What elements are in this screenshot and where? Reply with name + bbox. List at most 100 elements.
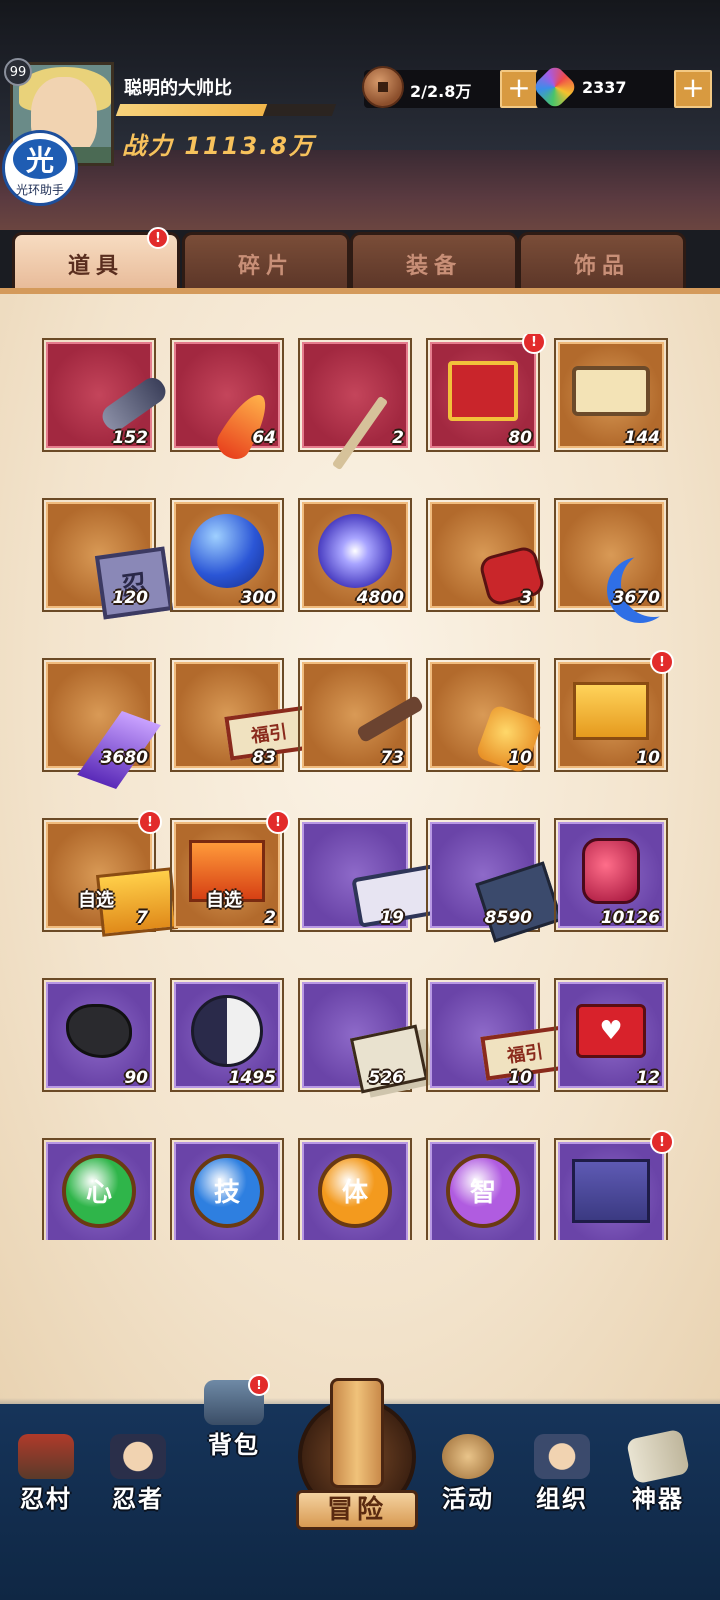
item-alert-badge: ! [138,810,162,834]
copper-coin-icon [362,66,404,108]
cloth-charm-icon: 忍 [94,546,174,620]
item-count: 10 [508,748,532,768]
bag-item-slot[interactable]: 144 [554,338,668,452]
nav-village[interactable]: 忍村 [6,1434,86,1514]
add-coins-button[interactable]: + [500,70,538,108]
yin-yang-icon [191,994,263,1067]
item-count: 10 [636,748,660,768]
item-count: 152 [112,428,149,448]
nav-artifact[interactable]: 神器 [618,1428,698,1514]
nav-ninja[interactable]: 忍者 [98,1434,178,1514]
player-name: 聪明的大帅比 [124,78,232,99]
bag-item-slot[interactable]: 19 [298,818,443,932]
item-count: 3670 [612,588,660,608]
bag-item-slot[interactable]: 福引 83 [170,658,314,772]
item-count: 2 [392,428,404,448]
bag-item-slot[interactable]: 技 [170,1138,284,1240]
item-count: 80 [508,428,532,448]
bag-item-slot[interactable]: 体 [298,1138,412,1240]
nav-backpack-label: 背包 [208,1431,260,1459]
item-count: 3 [520,588,532,608]
exp-bar-fill [115,104,268,116]
bag-content: 152 64 2 80! 144 忍 120 300 4800 3 3670 3680 福引 83 73 10… [0,294,720,1404]
bag-item-slot[interactable]: 10! [554,650,674,772]
tab-items[interactable]: 道具 ! [12,227,180,292]
rainbow-gem-icon [531,63,579,111]
bag-item-slot[interactable]: 12 [554,978,668,1092]
item-count: 1495 [228,1068,276,1088]
bag-item-slot[interactable]: 2 [298,338,412,470]
bag-item-slot[interactable]: 8590 [426,818,563,943]
tab-fragments[interactable]: 碎片 [182,232,350,292]
map-scroll-icon [572,365,650,416]
bag-item-slot[interactable]: 1495 [170,978,284,1092]
item-count: 2 [264,908,276,928]
item-alert-badge: ! [522,334,546,354]
bag-item-slot[interactable]: 80! [426,334,546,452]
nav-organization-label: 组织 [536,1485,588,1513]
coin-value: 2/2.8万 [410,82,472,101]
tab-items-label: 道具 [67,253,124,279]
bag-item-slot[interactable]: 3680 [42,658,161,789]
nav-backpack[interactable]: 背包 ! [194,1374,274,1460]
nav-backpack-alert-badge: ! [248,1374,270,1396]
item-count: 64 [252,428,276,448]
bag-item-slot[interactable]: 自选 2! [170,810,290,932]
bag-item-slot[interactable]: ! [554,1130,674,1240]
orange-orb-icon: 体 [318,1153,392,1228]
coin-resource: 2/2.8万 + [362,66,538,108]
helper-assistant-button[interactable]: 光 光环助手 [2,130,78,206]
bag-item-slot[interactable]: 152 [42,338,171,452]
item-count: 12 [636,1068,660,1088]
tab-fragments-label: 碎片 [237,253,294,279]
item-count: 83 [252,748,276,768]
bag-item-slot[interactable]: 10126 [554,818,668,932]
nav-organization[interactable]: 组织 [522,1434,602,1514]
item-tag-label: 自选 [206,890,242,911]
blue-orb-icon [190,513,264,588]
bag-item-slot[interactable]: 心 [42,1138,156,1240]
bag-item-slot[interactable]: 3670 [554,498,668,612]
bag-item-slot[interactable]: 自选 7! [42,810,179,937]
violet-orb-icon: 智 [446,1153,520,1228]
nav-village-label: 忍村 [20,1485,72,1513]
gift-box-icon [448,360,518,421]
nav-ninja-label: 忍者 [112,1485,164,1513]
bag-item-slot[interactable]: 福引 10 [426,978,570,1092]
tab-equipment[interactable]: 装备 [350,232,518,292]
item-count: 120 [112,588,149,608]
nav-adventure[interactable]: 冒险 [292,1378,422,1538]
tab-items-alert-badge: ! [147,227,169,249]
gem-resource: 2337 + [531,63,712,111]
item-count: 7 [136,908,148,928]
bag-item-slot[interactable]: 90 [42,978,156,1092]
item-count: 144 [624,428,661,448]
gold-box-icon [573,681,649,740]
bag-item-slot[interactable]: 10 [426,658,544,774]
ninja-icon [110,1434,166,1479]
bag-item-slot[interactable]: 73 [298,658,425,772]
bag-item-slot[interactable]: 4800 [298,498,412,612]
bag-item-slot[interactable]: 526 [298,978,429,1094]
item-grid: 152 64 2 80! 144 忍 120 300 4800 3 3670 3680 福引 83 73 10… [36,334,688,1240]
item-count: 526 [368,1068,405,1088]
bag-item-slot[interactable]: 64 [170,338,284,465]
purple-box-icon [572,1158,650,1223]
combat-power-label: 战力 [122,132,174,160]
nav-activity-label: 活动 [442,1485,494,1513]
organization-icon [534,1434,590,1479]
nav-artifact-label: 神器 [632,1485,684,1513]
item-count: 73 [380,748,404,768]
app: 99 光 光环助手 聪明的大帅比 战力 1113.8万 2/2.8万 + 233… [0,0,720,1600]
bag-item-slot[interactable]: 300 [170,498,284,612]
item-count: 90 [124,1068,148,1088]
bag-item-slot[interactable]: 忍 120 [42,498,174,620]
bag-item-slot[interactable]: 3 [426,498,547,612]
add-gems-button[interactable]: + [674,70,712,108]
nav-activity[interactable]: 活动 [428,1434,508,1514]
bag-item-slot[interactable]: 智 [426,1138,540,1240]
village-gate-icon [18,1434,74,1479]
green-orb-icon: 心 [62,1153,136,1228]
tab-accessories[interactable]: 饰品 [518,232,686,292]
bag-tabs: 道具 ! 碎片 装备 饰品 [0,227,720,292]
